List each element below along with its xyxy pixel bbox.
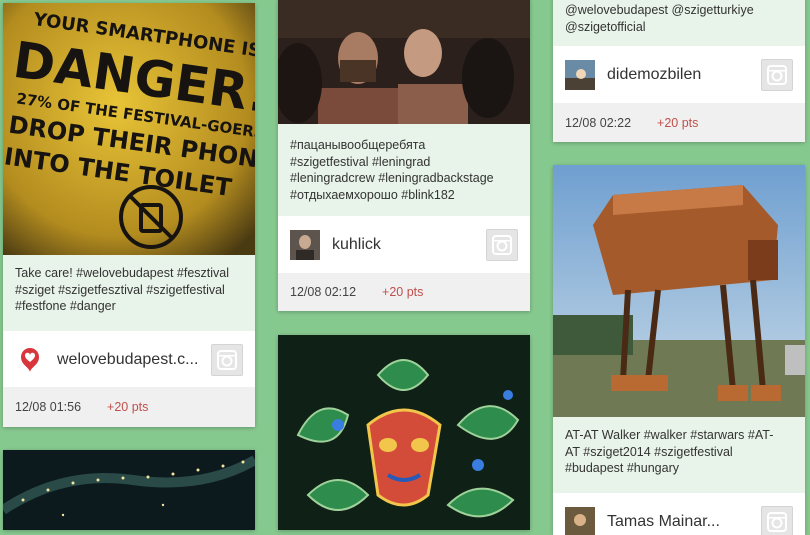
post-user-row: kuhlick <box>278 216 530 273</box>
avatar[interactable] <box>565 60 595 90</box>
post-username[interactable]: welovebudapest.c... <box>57 351 203 369</box>
post-photo-lights[interactable] <box>3 450 255 530</box>
post-time: 12/08 01:56 <box>15 400 81 414</box>
post-username[interactable]: kuhlick <box>332 236 478 254</box>
post-card[interactable]: YOUR SMARTPHONE IS IN DANGER! 27% OF THE… <box>3 3 255 427</box>
crowd-photo-image <box>278 0 530 124</box>
instagram-icon[interactable] <box>486 229 518 261</box>
post-points: +20 pts <box>382 285 423 299</box>
post-photo-danger-sign[interactable]: YOUR SMARTPHONE IS IN DANGER! 27% OF THE… <box>3 3 255 255</box>
post-card[interactable] <box>3 450 255 530</box>
post-photo-crowd[interactable] <box>278 0 530 124</box>
post-card[interactable] <box>278 335 530 530</box>
post-time: 12/08 02:12 <box>290 285 356 299</box>
post-user-row: didemozbilen <box>553 46 805 103</box>
festival-lights-image <box>3 450 255 530</box>
post-photo-atat[interactable] <box>553 165 805 417</box>
instagram-icon[interactable] <box>211 344 243 376</box>
post-photo-art[interactable] <box>278 335 530 530</box>
post-meta: 12/08 02:22 +20 pts <box>553 103 805 142</box>
post-points: +20 pts <box>657 116 698 130</box>
danger-sign-image: YOUR SMARTPHONE IS IN DANGER! 27% OF THE… <box>3 3 255 255</box>
avatar[interactable] <box>290 230 320 260</box>
post-username[interactable]: didemozbilen <box>607 66 753 84</box>
instagram-icon[interactable] <box>761 59 793 91</box>
post-points: +20 pts <box>107 400 148 414</box>
post-user-row: welovebudapest.c... <box>3 331 255 388</box>
atat-walker-image <box>553 165 805 417</box>
post-card[interactable]: @welovebudapest @szigetturkiye @szigetof… <box>553 0 805 142</box>
post-user-row: Tamas Mainar... <box>553 493 805 535</box>
instagram-icon[interactable] <box>761 506 793 535</box>
post-card[interactable]: AT-AT Walker #walker #starwars #AT- AT #… <box>553 165 805 535</box>
avatar[interactable] <box>565 507 595 535</box>
post-time: 12/08 02:22 <box>565 116 631 130</box>
post-caption: AT-AT Walker #walker #starwars #AT- AT #… <box>553 417 805 493</box>
post-caption: Take care! #welovebudapest #fesztival #s… <box>3 255 255 331</box>
post-caption: @welovebudapest @szigetturkiye @szigetof… <box>553 0 805 46</box>
post-meta: 12/08 01:56 +20 pts <box>3 387 255 427</box>
post-meta: 12/08 02:12 +20 pts <box>278 273 530 311</box>
heart-pin-icon <box>15 345 45 375</box>
art-installation-image <box>278 335 530 530</box>
post-card[interactable]: #пацанывообщеребята #szigetfestival #len… <box>278 0 530 311</box>
post-username[interactable]: Tamas Mainar... <box>607 513 753 531</box>
post-caption: #пацанывообщеребята #szigetfestival #len… <box>278 124 530 216</box>
